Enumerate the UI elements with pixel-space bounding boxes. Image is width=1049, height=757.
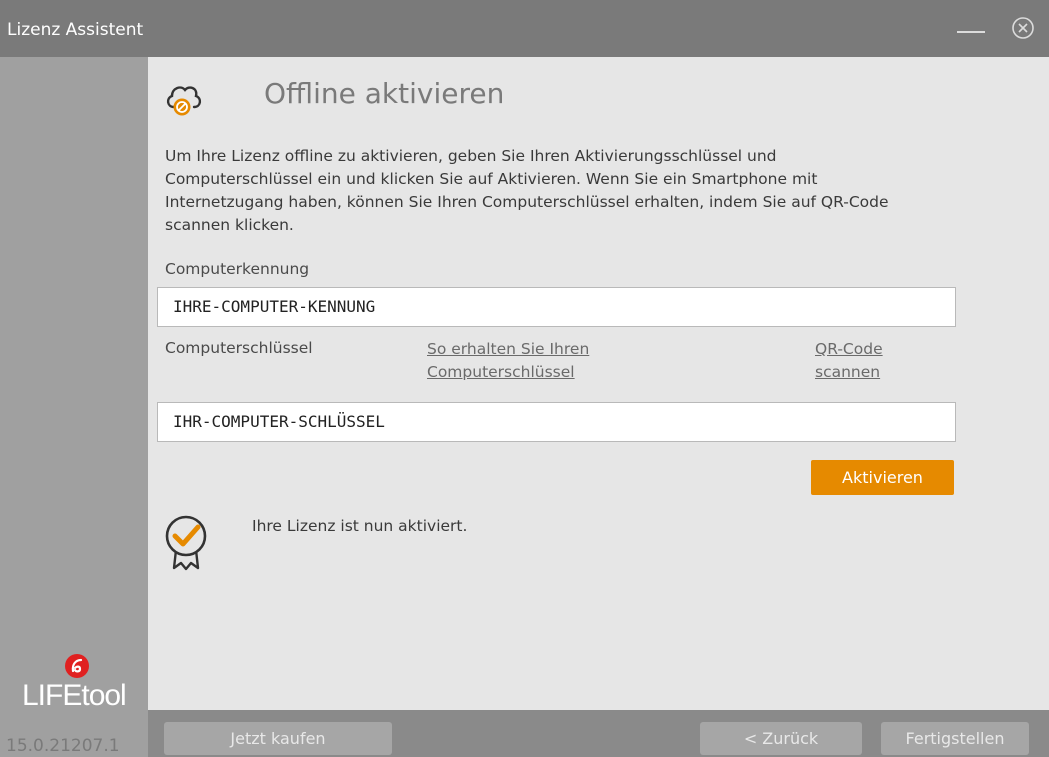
- page-title: Offline aktivieren: [264, 77, 505, 110]
- how-to-link-line2: Computerschlüssel: [427, 363, 575, 381]
- badge-check-icon: [164, 514, 208, 572]
- version-label: 15.0.21207.1: [6, 736, 120, 756]
- title-bar: Lizenz Assistent: [0, 0, 1049, 57]
- qr-code-scan-link[interactable]: QR-Code scannen: [815, 338, 883, 384]
- status-message: Ihre Lizenz ist nun aktiviert.: [252, 517, 468, 535]
- close-icon[interactable]: [1011, 16, 1035, 40]
- footer-bar: Jetzt kaufen < Zurück Fertigstellen: [148, 710, 1049, 757]
- cloud-blocked-icon: [164, 79, 204, 119]
- logo-text: LIFEtool: [22, 679, 127, 712]
- minimize-icon[interactable]: [955, 18, 987, 40]
- lifetool-logo: LIFEtool: [22, 653, 134, 713]
- how-to-get-key-link[interactable]: So erhalten Sie Ihren Computerschlüssel: [427, 338, 589, 384]
- computer-id-field[interactable]: [157, 287, 956, 327]
- sidebar: LIFEtool 15.0.21207.1: [0, 57, 148, 757]
- finish-button[interactable]: Fertigstellen: [881, 722, 1029, 755]
- computer-id-label: Computerkennung: [165, 260, 310, 278]
- main-panel: Offline aktivieren Um Ihre Lizenz offlin…: [148, 57, 1049, 710]
- qr-link-line2: scannen: [815, 363, 881, 381]
- computer-key-label: Computerschlüssel: [165, 339, 313, 357]
- description-text: Um Ihre Lizenz offline zu aktivieren, ge…: [165, 147, 889, 234]
- buy-now-button[interactable]: Jetzt kaufen: [164, 722, 392, 755]
- computer-key-field[interactable]: [157, 402, 956, 442]
- qr-link-line1: QR-Code: [815, 340, 883, 358]
- how-to-link-line1: So erhalten Sie Ihren: [427, 340, 590, 358]
- window-title: Lizenz Assistent: [7, 20, 144, 40]
- activate-button[interactable]: Aktivieren: [811, 460, 954, 495]
- back-button[interactable]: < Zurück: [700, 722, 862, 755]
